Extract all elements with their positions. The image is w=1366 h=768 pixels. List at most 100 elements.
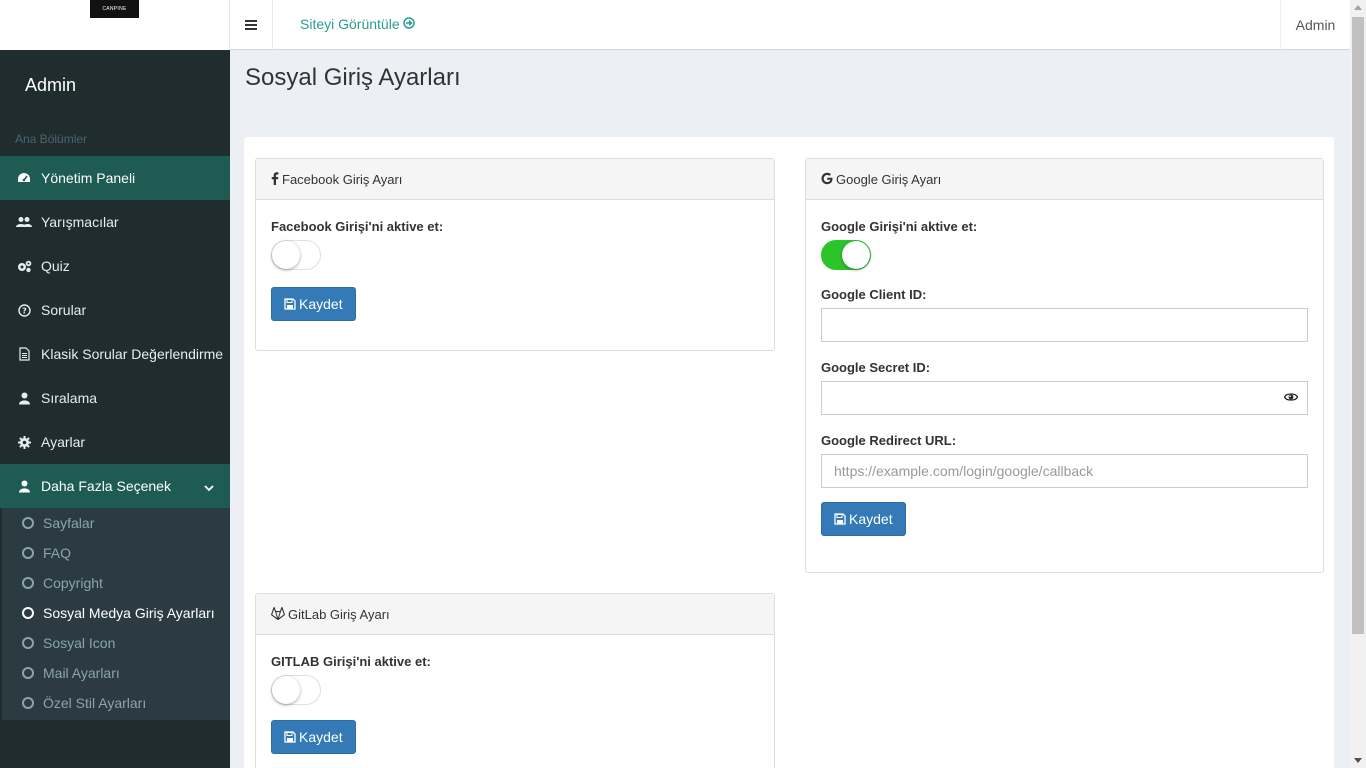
circle-icon <box>22 607 34 619</box>
circle-icon <box>22 547 34 559</box>
save-icon <box>834 513 846 525</box>
sidebar-item-label: Quiz <box>41 258 70 274</box>
eye-icon[interactable] <box>1284 392 1298 402</box>
sidebar-subitem-label: Sosyal Icon <box>43 635 116 651</box>
sidebar-subitem-label: FAQ <box>43 545 72 561</box>
gitlab-save-label: Kaydet <box>299 729 343 745</box>
dashboard-icon <box>15 171 33 185</box>
google-icon <box>821 172 833 185</box>
sidebar-subitem-social-login[interactable]: Sosyal Medya Giriş Ayarları <box>2 598 230 628</box>
google-client-id-input[interactable] <box>821 308 1308 342</box>
sidebar-item-contestants[interactable]: Yarışmacılar <box>0 200 230 244</box>
sidebar-item-label: Daha Fazla Seçenek <box>41 478 171 494</box>
sidebar-item-classic-questions[interactable]: Klasik Sorular Değerlendirme <box>0 332 230 376</box>
google-save-button[interactable]: Kaydet <box>821 502 906 536</box>
sidebar-item-settings[interactable]: Ayarlar <box>0 420 230 464</box>
gitlab-panel-title: GitLab Giriş Ayarı <box>288 607 390 622</box>
sidebar-subitem-pages[interactable]: Sayfalar <box>2 508 230 538</box>
facebook-save-button[interactable]: Kaydet <box>271 287 356 321</box>
facebook-icon <box>271 172 279 185</box>
sidebar-subitem-label: Özel Stil Ayarları <box>43 695 147 711</box>
sidebar-item-label: Ayarlar <box>41 434 86 450</box>
gitlab-icon <box>271 607 285 620</box>
hamburger-icon <box>245 17 257 33</box>
sidebar-subitem-mail-settings[interactable]: Mail Ayarları <box>2 658 230 688</box>
user-menu[interactable]: Admin <box>1280 0 1350 50</box>
gitlab-panel: GitLab Giriş Ayarı GITLAB Girişi'ni akti… <box>255 593 775 768</box>
page-scrollbar[interactable] <box>1350 0 1366 768</box>
circle-icon <box>22 667 34 679</box>
google-save-label: Kaydet <box>849 511 893 527</box>
sidebar-toggle-button[interactable] <box>230 0 273 50</box>
google-secret-id-input[interactable] <box>821 381 1308 415</box>
user-icon <box>15 479 33 493</box>
sidebar-subitem-label: Mail Ayarları <box>43 665 120 681</box>
facebook-panel: Facebook Giriş Ayarı Facebook Girişi'ni … <box>255 158 775 351</box>
facebook-panel-header: Facebook Giriş Ayarı <box>256 159 774 200</box>
sidebar-item-quiz[interactable]: Quiz <box>0 244 230 288</box>
user-menu-label: Admin <box>1295 17 1336 33</box>
google-redirect-url-label: Google Redirect URL: <box>821 433 957 448</box>
sidebar-subitem-social-icon[interactable]: Sosyal Icon <box>2 628 230 658</box>
sidebar-subitem-copyright[interactable]: Copyright <box>2 568 230 598</box>
sidebar-user-name: Admin <box>25 75 77 95</box>
google-client-id-label: Google Client ID: <box>821 287 927 302</box>
chevron-down-icon <box>204 479 214 495</box>
google-secret-id-label: Google Secret ID: <box>821 360 931 375</box>
scrollbar-thumb[interactable] <box>1352 17 1364 634</box>
google-toggle-label: Google Girişi'ni aktive et: <box>821 219 978 234</box>
sidebar-subitem-label: Sayfalar <box>43 515 95 531</box>
scroll-down-arrow-icon[interactable] <box>1354 758 1362 763</box>
sidebar-subitem-faq[interactable]: FAQ <box>2 538 230 568</box>
sidebar-section-header: Ana Bölümler <box>15 132 88 146</box>
page-title: Sosyal Giriş Ayarları <box>245 64 461 91</box>
view-site-label: Siteyi Görüntüle <box>300 16 400 32</box>
sidebar-subitem-custom-style[interactable]: Özel Stil Ayarları <box>2 688 230 718</box>
sidebar-item-label: Sıralama <box>41 390 98 406</box>
sidebar-item-label: Klasik Sorular Değerlendirme <box>41 346 224 362</box>
logo-area: CANPINE <box>0 0 230 50</box>
sidebar-submenu: Sayfalar FAQ Copyright Sosyal Medya Giri… <box>2 508 230 720</box>
scroll-up-arrow-icon[interactable] <box>1354 5 1362 10</box>
google-redirect-url-placeholder: https://example.com/login/google/callbac… <box>834 463 1094 479</box>
sidebar-item-label: Yönetim Paneli <box>41 170 136 186</box>
view-site-link[interactable]: Siteyi Görüntüle <box>300 16 415 32</box>
google-panel-header: Google Giriş Ayarı <box>806 159 1323 200</box>
gear-icon <box>15 435 33 449</box>
circle-icon <box>22 517 34 529</box>
user-icon <box>15 391 33 405</box>
save-icon <box>284 298 296 310</box>
users-icon <box>15 215 33 229</box>
facebook-save-label: Kaydet <box>299 296 343 312</box>
sidebar-item-label: Yarışmacılar <box>41 214 119 230</box>
save-icon <box>284 731 296 743</box>
facebook-toggle-label: Facebook Girişi'ni aktive et: <box>271 219 444 234</box>
google-panel-title: Google Giriş Ayarı <box>836 172 942 187</box>
facebook-panel-title: Facebook Giriş Ayarı <box>282 172 403 187</box>
google-login-switch[interactable] <box>821 240 871 270</box>
switch-knob <box>272 241 300 269</box>
gitlab-save-button[interactable]: Kaydet <box>271 720 356 754</box>
sidebar-item-more-options[interactable]: Daha Fazla Seçenek <box>0 464 230 508</box>
facebook-login-switch[interactable] <box>271 240 321 270</box>
question-circle-icon: ? <box>15 303 33 317</box>
google-redirect-url-input[interactable]: https://example.com/login/google/callbac… <box>821 454 1308 488</box>
brand-logo[interactable]: CANPINE <box>90 0 139 18</box>
sidebar-item-label: Sorular <box>41 302 87 318</box>
google-panel: Google Giriş Ayarı Google Girişi'ni akti… <box>805 158 1324 573</box>
arrow-circle-right-icon <box>402 16 415 32</box>
sidebar-item-dashboard[interactable]: Yönetim Paneli <box>0 156 230 200</box>
file-text-icon <box>15 347 33 361</box>
svg-text:?: ? <box>22 306 27 315</box>
circle-icon <box>22 637 34 649</box>
sidebar-item-questions[interactable]: ? Sorular <box>0 288 230 332</box>
switch-knob <box>842 241 870 269</box>
sidebar-item-ranking[interactable]: Sıralama <box>0 376 230 420</box>
top-navbar: Siteyi Görüntüle Admin <box>230 0 1350 50</box>
gitlab-login-switch[interactable] <box>271 675 321 705</box>
sidebar-subitem-label: Copyright <box>43 575 103 591</box>
circle-icon <box>22 577 34 589</box>
switch-knob <box>272 676 300 704</box>
gitlab-panel-header: GitLab Giriş Ayarı <box>256 594 774 635</box>
circle-icon <box>22 697 34 709</box>
